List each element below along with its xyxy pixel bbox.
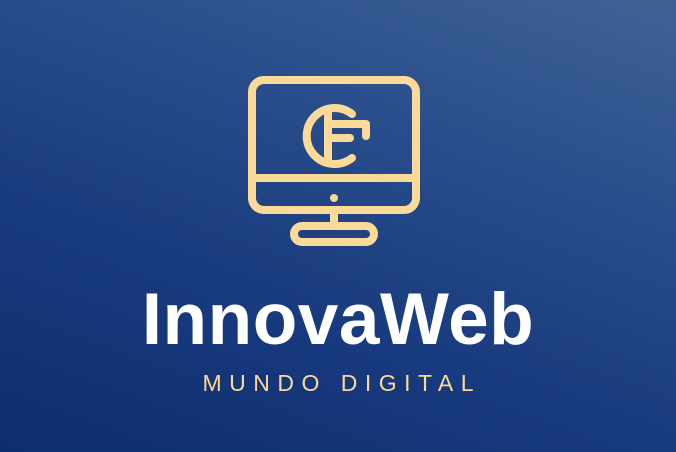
brand-tagline: MUNDO DIGITAL <box>202 370 482 396</box>
brand-name: InnovaWeb <box>141 279 535 360</box>
desktop-monitor-icon <box>246 74 422 250</box>
